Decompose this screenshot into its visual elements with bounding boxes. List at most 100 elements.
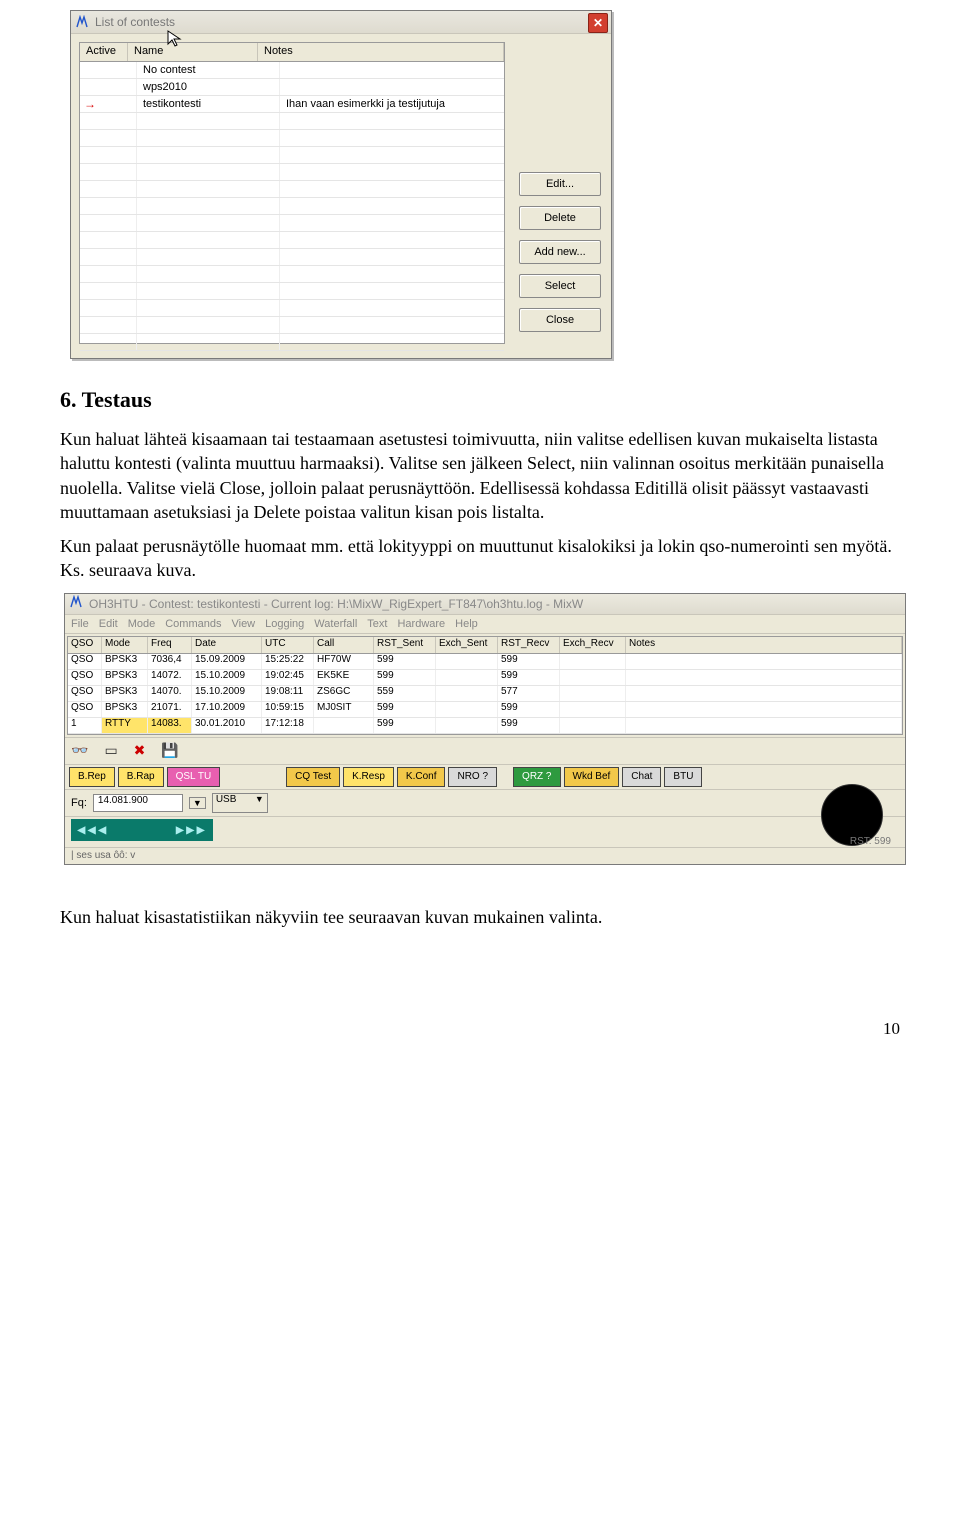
menu-commands[interactable]: Commands xyxy=(165,618,221,630)
log-row[interactable]: QSOBPSK37036,415.09.200915:25:22HF70W599… xyxy=(68,654,902,670)
macro-b-rep[interactable]: B.Rep xyxy=(69,767,115,787)
table-row-empty[interactable] xyxy=(80,249,504,266)
table-row-empty[interactable] xyxy=(80,215,504,232)
macro-cq-test[interactable]: CQ Test xyxy=(286,767,340,787)
list-of-contests-window: List of contests ✕ Active Name Notes No … xyxy=(70,10,612,359)
log-cell: 30.01.2010 xyxy=(192,718,262,733)
edit-button[interactable]: Edit... xyxy=(519,172,601,196)
menu-logging[interactable]: Logging xyxy=(265,618,304,630)
macro-qsl-tu[interactable]: QSL TU xyxy=(167,767,221,787)
logcol-utc[interactable]: UTC xyxy=(262,637,314,653)
col-name[interactable]: Name xyxy=(128,43,258,61)
log-row[interactable]: 1RTTY14083.30.01.201017:12:18599599 xyxy=(68,718,902,734)
logcol-exch_recv[interactable]: Exch_Recv xyxy=(560,637,626,653)
logcol-notes[interactable]: Notes xyxy=(626,637,902,653)
macro-qrz-[interactable]: QRZ ? xyxy=(513,767,560,787)
table-row[interactable]: No contest xyxy=(80,62,504,79)
menu-edit[interactable]: Edit xyxy=(99,618,118,630)
menu-waterfall[interactable]: Waterfall xyxy=(314,618,357,630)
table-row[interactable]: →testikontestiIhan vaan esimerkki ja tes… xyxy=(80,96,504,113)
table-row-empty[interactable] xyxy=(80,198,504,215)
logcol-qso[interactable]: QSO xyxy=(68,637,102,653)
close-icon[interactable]: ✕ xyxy=(588,13,608,33)
glasses-icon[interactable]: 👓 xyxy=(71,742,88,759)
table-row-empty[interactable] xyxy=(80,130,504,147)
table-row-empty[interactable] xyxy=(80,334,504,351)
delete-x-icon[interactable]: ✖ xyxy=(134,742,146,759)
logcol-freq[interactable]: Freq xyxy=(148,637,192,653)
log-cell xyxy=(436,702,498,717)
macro-chat[interactable]: Chat xyxy=(622,767,661,787)
save-icon[interactable]: 💾 xyxy=(161,742,178,759)
table-row-empty[interactable] xyxy=(80,317,504,334)
dropdown-icon[interactable]: ▼ xyxy=(189,797,206,809)
table-row-empty[interactable] xyxy=(80,232,504,249)
table-row-empty[interactable] xyxy=(80,300,504,317)
paragraph-2: Kun palaat perusnäytölle huomaat mm. ett… xyxy=(60,534,900,583)
cell-notes: Ihan vaan esimerkki ja testijutuja xyxy=(280,96,504,112)
log-cell: QSO xyxy=(68,670,102,685)
log-cell: 19:02:45 xyxy=(262,670,314,685)
log-cell: QSO xyxy=(68,702,102,717)
log-cell: 599 xyxy=(498,702,560,717)
select-button[interactable]: Select xyxy=(519,274,601,298)
forward-icon[interactable]: ▶▶▶ xyxy=(176,822,207,838)
tape-control[interactable]: ◀◀◀ ▶▶▶ xyxy=(71,819,213,841)
table-row-empty[interactable] xyxy=(80,147,504,164)
table-row-empty[interactable] xyxy=(80,164,504,181)
log-cell: 599 xyxy=(374,654,436,669)
log-cell: 15.10.2009 xyxy=(192,686,262,701)
logcol-mode[interactable]: Mode xyxy=(102,637,148,653)
menu-mode[interactable]: Mode xyxy=(128,618,156,630)
log-cell: 599 xyxy=(374,718,436,733)
table-row[interactable]: wps2010 xyxy=(80,79,504,96)
table-row-empty[interactable] xyxy=(80,283,504,300)
grid-header: Active Name Notes xyxy=(80,43,504,62)
add-new-button[interactable]: Add new... xyxy=(519,240,601,264)
log-row[interactable]: QSOBPSK321071.17.10.200910:59:15MJ0SIT59… xyxy=(68,702,902,718)
col-active[interactable]: Active xyxy=(80,43,128,61)
rewind-icon[interactable]: ◀◀◀ xyxy=(77,822,108,838)
log-cell xyxy=(626,686,902,701)
menu-help[interactable]: Help xyxy=(455,618,478,630)
logcol-rst_sent[interactable]: RST_Sent xyxy=(374,637,436,653)
macro-nro-[interactable]: NRO ? xyxy=(448,767,497,787)
card-icon[interactable]: ▭ xyxy=(104,742,117,759)
table-row-empty[interactable] xyxy=(80,266,504,283)
log-cell: BPSK3 xyxy=(102,670,148,685)
log-cell: MJ0SIT xyxy=(314,702,374,717)
col-notes[interactable]: Notes xyxy=(258,43,504,61)
contests-grid[interactable]: Active Name Notes No contestwps2010→test… xyxy=(79,42,505,344)
logcol-exch_sent[interactable]: Exch_Sent xyxy=(436,637,498,653)
delete-button[interactable]: Delete xyxy=(519,206,601,230)
log-cell xyxy=(436,686,498,701)
macro-b-rap[interactable]: B.Rap xyxy=(118,767,164,787)
macro-btu[interactable]: BTU xyxy=(664,767,702,787)
log-cell: RTTY xyxy=(102,718,148,733)
log-row[interactable]: QSOBPSK314072.15.10.200919:02:45EK5KE599… xyxy=(68,670,902,686)
menu-text[interactable]: Text xyxy=(367,618,387,630)
freq-input[interactable]: 14.081.900 xyxy=(93,794,183,812)
log-cell: HF70W xyxy=(314,654,374,669)
table-row-empty[interactable] xyxy=(80,181,504,198)
log-cell: ZS6GC xyxy=(314,686,374,701)
log-row[interactable]: QSOBPSK314070.15.10.200919:08:11ZS6GC559… xyxy=(68,686,902,702)
macro-wkd-bef[interactable]: Wkd Bef xyxy=(564,767,620,787)
macro-k-resp[interactable]: K.Resp xyxy=(343,767,394,787)
logcol-call[interactable]: Call xyxy=(314,637,374,653)
log-cell: 17.10.2009 xyxy=(192,702,262,717)
log-grid[interactable]: QSOModeFreqDateUTCCallRST_SentExch_SentR… xyxy=(67,636,903,735)
menu-view[interactable]: View xyxy=(231,618,255,630)
table-row-empty[interactable] xyxy=(80,113,504,130)
log-cell xyxy=(436,718,498,733)
log-cell xyxy=(626,670,902,685)
menu-file[interactable]: File xyxy=(71,618,89,630)
mode-select[interactable]: USB ▼ xyxy=(212,793,268,813)
logcol-rst_recv[interactable]: RST_Recv xyxy=(498,637,560,653)
logcol-date[interactable]: Date xyxy=(192,637,262,653)
close-button[interactable]: Close xyxy=(519,308,601,332)
menu-hardware[interactable]: Hardware xyxy=(397,618,445,630)
log-header: QSOModeFreqDateUTCCallRST_SentExch_SentR… xyxy=(68,637,902,654)
log-cell: 14072. xyxy=(148,670,192,685)
macro-k-conf[interactable]: K.Conf xyxy=(397,767,446,787)
